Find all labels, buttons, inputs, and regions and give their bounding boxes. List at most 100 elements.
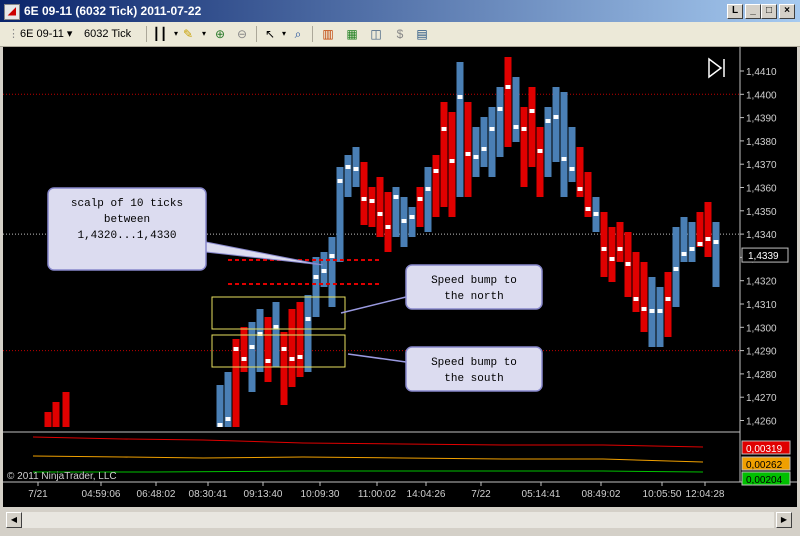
close-marker [321,269,327,273]
price-bar [632,252,640,312]
price-bar [504,57,512,147]
close-marker [233,347,239,351]
data-series-icon[interactable]: ▥ [320,26,336,42]
svg-text:Speed bump to: Speed bump to [431,275,517,287]
close-marker [305,317,311,321]
close-marker [337,179,343,183]
time-label: 11:00:02 [358,489,397,500]
close-marker [697,242,703,246]
price-bar [640,262,648,332]
strategy-icon[interactable]: ◫ [368,26,384,42]
close-marker [625,262,631,266]
price-bar [656,287,664,347]
zoom-in-icon[interactable]: ⊕ [212,26,228,42]
chart-toolbar: ⋮ 6E 09-11 ▾ 6032 Tick ┃┃ ▾ ✎ ▾ ⊕ ⊖ ↖ ▾ … [0,22,800,47]
time-label: 7/22 [471,489,491,500]
close-marker [537,149,543,153]
close-marker [457,95,463,99]
close-marker [409,215,415,219]
bar-type-icon[interactable]: ┃┃ [152,26,168,42]
close-marker [489,127,495,131]
close-marker [609,257,615,261]
toolbar-divider [256,26,257,42]
price-bar [536,127,544,197]
horizontal-scrollbar[interactable] [22,512,774,528]
close-marker [393,195,399,199]
chevron-down-icon[interactable]: ▾ [196,26,212,42]
price-bar [712,222,720,287]
minimize-button[interactable]: _ [745,4,761,19]
price-bar [456,62,464,197]
price-label: 1,4370 [746,160,777,171]
indicators-icon[interactable]: ▦ [344,26,360,42]
close-marker [281,347,287,351]
north-callout: Speed bump to the north [405,264,543,310]
indicator-line-green [33,470,704,473]
properties-icon[interactable]: ▤ [414,26,430,42]
price-bar [264,317,272,382]
time-label: 7/21 [28,489,48,500]
maximize-button[interactable]: □ [761,4,777,19]
close-marker [601,247,607,251]
indicator-value: 0,00204 [746,475,783,486]
indicator-value: 0,00262 [746,460,783,471]
close-marker [585,207,591,211]
current-price-label: 1,4339 [748,251,779,262]
close-marker [553,115,559,119]
indicator-line-orange [32,455,704,463]
price-label: 1,4270 [746,393,777,404]
price-bar [416,187,424,227]
close-marker [473,155,479,159]
close-button[interactable]: × [779,4,795,19]
copyright-text: © 2011 NinjaTrader, LLC [7,471,117,482]
close-marker [425,187,431,191]
price-bar [280,332,288,405]
price-bar [560,92,568,197]
pin-button[interactable]: L [727,4,743,19]
close-marker [353,167,359,171]
price-bar [448,112,456,217]
price-bar [608,227,616,282]
close-marker [241,357,247,361]
price-bar [496,87,504,157]
price-bar [600,212,608,277]
price-bar [392,187,400,237]
time-label: 08:49:02 [582,489,621,500]
close-marker [465,152,471,156]
dollar-icon[interactable]: $ [392,26,408,42]
price-bar [704,202,712,257]
search-icon[interactable]: ⌕ [290,26,306,42]
price-label: 1,4310 [746,300,777,311]
price-bar [664,272,672,337]
chart-panel[interactable]: 1,4410 1,4400 1,4390 1,4380 1,4370 1,4360 1,43… [3,47,797,507]
instrument-selector[interactable]: 6E 09-11 ▾ [20,26,72,42]
close-marker [569,167,575,171]
pencil-icon[interactable]: ✎ [180,26,196,42]
close-marker [633,297,639,301]
app-icon[interactable]: ◢ [4,4,20,20]
zoom-out-icon[interactable]: ⊖ [234,26,250,42]
svg-text:1,4320...1,4330: 1,4320...1,4330 [77,230,176,242]
close-marker [561,157,567,161]
close-marker [513,125,519,129]
close-marker [313,275,319,279]
close-marker [377,212,383,216]
price-bar [368,187,376,227]
close-marker [577,187,583,191]
scroll-left-icon[interactable]: ◀ [6,512,22,528]
close-marker [441,127,447,131]
close-marker [297,355,303,359]
interval-selector[interactable]: 6032 Tick [84,26,131,42]
price-bar [464,102,472,197]
close-marker [369,199,375,203]
scroll-right-icon[interactable]: ▶ [776,512,792,528]
price-bar [256,309,264,372]
price-bar [568,127,576,182]
time-label: 08:30:41 [189,489,228,500]
close-marker [521,127,527,131]
close-marker [249,345,255,349]
price-label: 1,4380 [746,137,777,148]
close-marker [273,325,279,329]
price-chart[interactable]: 1,4410 1,4400 1,4390 1,4380 1,4370 1,4360 1,43… [3,47,797,507]
svg-text:Speed bump to: Speed bump to [431,357,517,369]
